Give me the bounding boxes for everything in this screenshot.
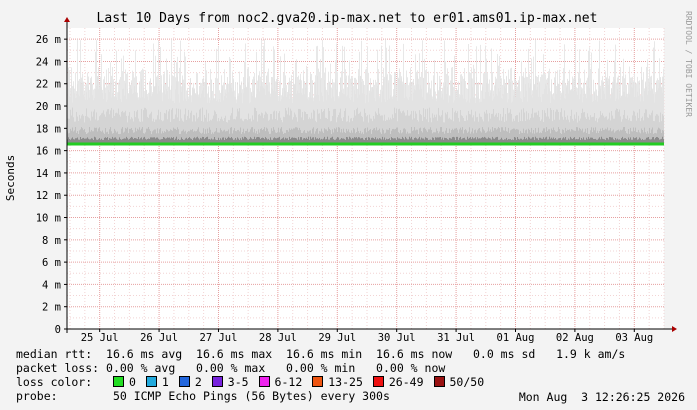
smokeping-graph: 0 2 m 4 m 6 m 8 m 10 m 12 m 14 m 16 m 18 m 20 m 22 … bbox=[0, 0, 697, 410]
loss-color-swatch bbox=[211, 376, 223, 387]
y-tick-label: 2 m bbox=[42, 302, 61, 314]
x-tick-label: 30 Jul bbox=[378, 332, 416, 344]
loss-color-item: 2 bbox=[178, 375, 202, 389]
loss-color-item: 0 bbox=[112, 375, 136, 389]
x-tick-label: 26 Jul bbox=[140, 332, 178, 344]
loss-color-value: 6-12 bbox=[274, 375, 303, 389]
loss-color-swatch bbox=[145, 376, 157, 387]
loss-color-value: 1 bbox=[161, 375, 169, 389]
probe-date: Mon Aug 3 12:26:25 2026 bbox=[518, 390, 685, 404]
loss-color-value: 2 bbox=[194, 375, 202, 389]
x-tick-label: 01 Aug bbox=[497, 332, 535, 344]
x-tick-label: 02 Aug bbox=[556, 332, 594, 344]
loss-color-items: 0 1 2 3-5 6-12 13-25 26-49 50/50 bbox=[112, 375, 494, 389]
loss-color-label: loss color: bbox=[16, 375, 93, 389]
loss-color-item: 1 bbox=[145, 375, 169, 389]
loss-color-swatch bbox=[433, 376, 445, 387]
y-tick-label: 0 bbox=[55, 324, 61, 336]
median-rtt-stats: 16.6 ms avg 16.6 ms max 16.6 ms min 16.6… bbox=[106, 347, 626, 361]
y-tick-label: 8 m bbox=[42, 235, 61, 247]
probe-line: probe: 50 ICMP Echo Pings (56 Bytes) eve… bbox=[16, 390, 390, 402]
probe-label: probe: bbox=[16, 389, 58, 403]
loss-color-value: 13-25 bbox=[328, 375, 363, 389]
x-tick-label: 28 Jul bbox=[259, 332, 297, 344]
x-tick-label: 27 Jul bbox=[200, 332, 238, 344]
rrdtool-watermark: RRDTOOL / TOBI OETIKER bbox=[684, 11, 693, 117]
loss-color-value: 50/50 bbox=[449, 375, 485, 389]
y-tick-label: 16 m bbox=[36, 146, 61, 158]
x-axis-arrow bbox=[672, 326, 677, 332]
y-tick-label: 10 m bbox=[36, 213, 61, 225]
loss-color-value: 0 bbox=[128, 375, 136, 389]
y-tick-label: 24 m bbox=[36, 56, 61, 68]
loss-color-item: 26-49 bbox=[372, 375, 424, 389]
loss-color-value: 3-5 bbox=[227, 375, 249, 389]
probe-text: 50 ICMP Echo Pings (56 Bytes) every 300s bbox=[112, 389, 390, 403]
loss-color-swatch bbox=[372, 376, 384, 387]
loss-color-item: 3-5 bbox=[211, 375, 249, 389]
y-tick-label: 20 m bbox=[36, 101, 61, 113]
y-tick-label: 12 m bbox=[36, 190, 61, 202]
x-tick-label: 25 Jul bbox=[81, 332, 119, 344]
loss-color-swatch bbox=[178, 376, 190, 387]
x-tick-label: 31 Jul bbox=[437, 332, 475, 344]
loss-color-swatch bbox=[112, 376, 124, 387]
loss-color-value: 26-49 bbox=[388, 375, 424, 389]
packet-loss-stats: 0.00 % avg 0.00 % max 0.00 % min 0.00 % … bbox=[106, 361, 446, 375]
loss-color-item: 13-25 bbox=[312, 376, 363, 388]
y-axis-arrow bbox=[64, 17, 70, 22]
median-rtt-label: median rtt: bbox=[16, 347, 93, 361]
y-tick-label: 26 m bbox=[36, 34, 61, 46]
chart-svg: 0 2 m 4 m 6 m 8 m 10 m 12 m 14 m 16 m 18 m 20 m 22 … bbox=[4, 11, 693, 344]
y-axis-label: Seconds bbox=[4, 155, 17, 201]
loss-color-item: 50/50 bbox=[433, 375, 485, 389]
y-tick-label: 18 m bbox=[36, 123, 61, 135]
y-tick-label: 6 m bbox=[42, 257, 61, 269]
y-tick-label: 22 m bbox=[36, 79, 61, 91]
loss-color-line: loss color: 0 1 2 3-5 6-12 13-25 26-49 50/50 bbox=[16, 376, 494, 388]
loss-color-item: 6-12 bbox=[258, 375, 303, 389]
packet-loss-label: packet loss: bbox=[16, 361, 100, 375]
y-tick-label: 14 m bbox=[36, 168, 61, 180]
y-tick-label: 4 m bbox=[42, 279, 61, 291]
x-tick-label: 29 Jul bbox=[318, 332, 356, 344]
loss-color-swatch bbox=[258, 376, 270, 387]
loss-color-swatch bbox=[312, 376, 324, 387]
chart-title: Last 10 Days from noc2.gva20.ip-max.net … bbox=[97, 11, 598, 26]
packet-loss-line: packet loss: 0.00 % avg 0.00 % max 0.00 … bbox=[16, 362, 445, 374]
median-rtt-line: median rtt: 16.6 ms avg 16.6 ms max 16.6… bbox=[16, 348, 625, 360]
x-tick-label: 03 Aug bbox=[615, 332, 653, 344]
